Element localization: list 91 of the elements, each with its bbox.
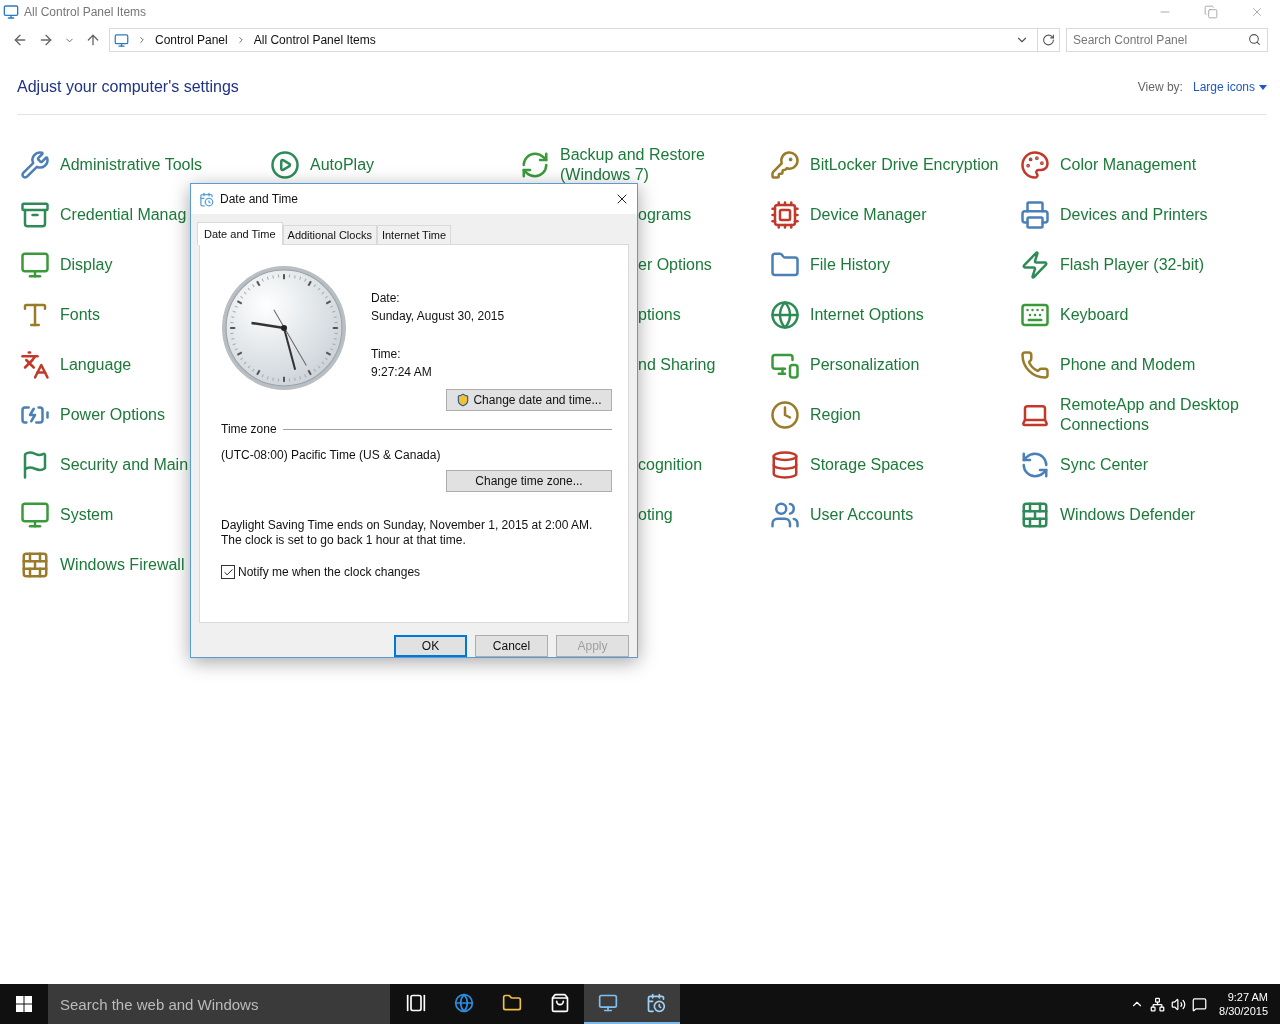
taskbar-app[interactable] <box>632 984 680 1024</box>
time-label: Time: <box>371 346 402 363</box>
control-panel-item[interactable]: Internet Options <box>768 298 924 332</box>
chip-icon <box>768 198 802 232</box>
control-panel-item[interactable]: Fonts <box>18 298 100 332</box>
control-panel-item[interactable]: Windows Firewall <box>18 548 185 582</box>
view-by-dropdown[interactable]: Large icons <box>1192 80 1267 94</box>
wrench-icon <box>18 148 52 182</box>
change-time-zone-button[interactable]: Change time zone... <box>446 470 612 492</box>
control-panel-item[interactable]: RemoteApp and Desktop Connections <box>1018 395 1265 435</box>
control-panel-item[interactable]: Personalization <box>768 348 920 382</box>
control-panel-item-label[interactable]: cognition <box>638 456 703 474</box>
control-panel-item[interactable]: Storage Spaces <box>768 448 924 482</box>
printer-icon <box>1018 198 1052 232</box>
control-panel-item[interactable]: User Accounts <box>768 498 914 532</box>
language-icon <box>18 348 52 382</box>
dialog-button[interactable]: Cancel <box>475 635 548 657</box>
calendar-clock-icon <box>199 191 214 207</box>
control-panel-item[interactable]: System <box>18 498 114 532</box>
phone-icon <box>1018 348 1052 382</box>
network-icon[interactable] <box>1150 996 1166 1012</box>
dialog-button[interactable]: OK <box>394 635 467 657</box>
check-icon <box>222 566 234 578</box>
page-heading: Adjust your computer's settings <box>17 78 240 96</box>
control-panel-item[interactable]: Device Manager <box>768 198 927 232</box>
notifications-icon[interactable] <box>1192 996 1208 1012</box>
search-field[interactable]: Search Control Panel <box>1066 28 1268 52</box>
control-panel-item[interactable]: BitLocker Drive Encryption <box>768 148 999 182</box>
close-icon <box>1250 5 1264 19</box>
notify-checkbox[interactable]: Notify me when the clock changes <box>221 565 612 579</box>
control-panel-item[interactable]: Devices and Printers <box>1018 198 1208 232</box>
taskbar-clock[interactable]: 9:27 AM 8/30/2015 <box>1213 990 1268 1018</box>
folder-icon <box>502 993 522 1013</box>
shopping-bag-icon <box>550 993 570 1013</box>
search-icon <box>1248 33 1261 46</box>
clock-icon <box>768 398 802 432</box>
address-bar[interactable]: Control Panel All Control Panel Items <box>109 28 1060 52</box>
control-panel-icon <box>114 32 129 48</box>
control-panel-icon <box>2 3 20 21</box>
calendar-clock-icon <box>646 993 666 1013</box>
control-panel-item[interactable]: Phone and Modem <box>1018 348 1196 382</box>
dst-note: Daylight Saving Time ends on Sunday, November 1, 2015 at 2:00 AM. The clock is set to go back 1 hour at that time. <box>221 518 594 548</box>
play-icon <box>268 148 302 182</box>
control-panel-item[interactable]: Administrative Tools <box>18 148 202 182</box>
control-panel-item[interactable]: Keyboard <box>1018 298 1129 332</box>
volume-icon[interactable] <box>1171 996 1187 1012</box>
task-view-icon <box>406 993 426 1013</box>
control-panel-item[interactable]: Flash Player (32-bit) <box>1018 248 1205 282</box>
control-panel-item[interactable]: AutoPlay <box>268 148 375 182</box>
palette-icon <box>1018 148 1052 182</box>
tab[interactable]: Date and Time <box>197 222 283 245</box>
dialog-title: Date and Time <box>220 192 300 206</box>
control-panel-item[interactable]: Security and Main <box>18 448 189 482</box>
control-panel-item[interactable]: File History <box>768 248 890 282</box>
tab[interactable]: Additional Clocks <box>282 225 377 244</box>
caret-icon <box>1259 84 1267 90</box>
taskbar-search-field[interactable]: Search the web and Windows <box>48 984 390 1024</box>
group-heading: Time zone <box>221 421 277 438</box>
globe-icon <box>768 298 802 332</box>
control-panel-item[interactable]: Region <box>768 398 861 432</box>
tab[interactable]: Internet Time <box>376 225 452 244</box>
chevron-icon <box>137 35 147 45</box>
breadcrumb[interactable]: Control Panel <box>155 33 228 47</box>
refresh-icon[interactable] <box>1037 29 1055 51</box>
control-panel-item-label[interactable]: er Options <box>638 256 712 274</box>
window-title: All Control Panel Items <box>24 5 148 19</box>
control-panel-item[interactable]: Display <box>18 248 113 282</box>
control-panel-item-label[interactable]: oting <box>638 506 673 524</box>
control-panel-item[interactable]: Windows Defender <box>1018 498 1196 532</box>
time-value: 9:27:24 AM <box>371 364 433 381</box>
time-zone-value: (UTC-08:00) Pacific Time (US & Canada) <box>221 447 442 464</box>
date-label: Date: <box>371 290 401 307</box>
control-panel-item-label[interactable]: nd Sharing <box>638 356 716 374</box>
control-panel-item[interactable]: Backup and Restore (Windows 7) <box>518 145 765 185</box>
view-by-label: View by: <box>1137 80 1183 94</box>
restore-icon <box>1204 5 1218 19</box>
globe-icon <box>454 993 474 1013</box>
monitor-icon <box>598 993 618 1013</box>
control-panel-item-label[interactable]: ptions <box>638 306 681 324</box>
key-icon <box>768 148 802 182</box>
windows-logo-icon <box>16 996 32 1012</box>
control-panel-item[interactable]: Power Options <box>18 398 165 432</box>
control-panel-item[interactable]: Sync Center <box>1018 448 1149 482</box>
control-panel-item-label[interactable]: ograms <box>638 206 692 224</box>
date-value: Sunday, August 30, 2015 <box>371 308 506 325</box>
control-panel-item[interactable]: Color Management <box>1018 148 1197 182</box>
change-date-and-time-button[interactable]: Change date and time... <box>446 389 612 411</box>
control-panel-item[interactable]: Credential Manag <box>18 198 187 232</box>
control-panel-item[interactable]: Language <box>18 348 132 382</box>
breadcrumb[interactable]: All Control Panel Items <box>253 33 376 47</box>
shield-icon <box>456 393 471 407</box>
